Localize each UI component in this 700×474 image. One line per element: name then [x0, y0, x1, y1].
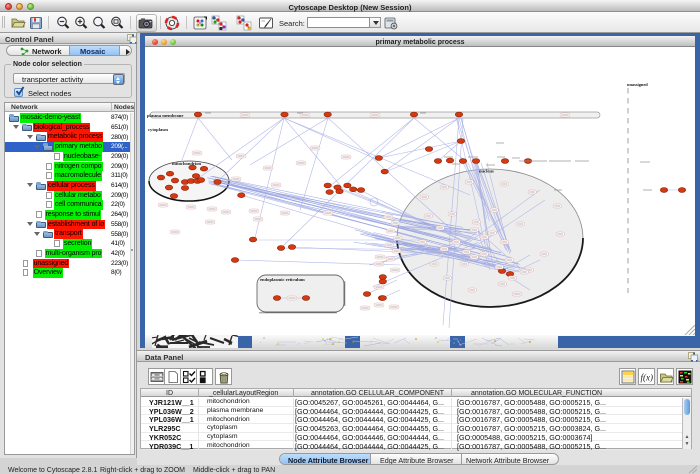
svg-text:cytoplasm: cytoplasm	[148, 127, 168, 132]
svg-text:f(x): f(x)	[640, 372, 653, 382]
svg-text:endoplasmic reticulum: endoplasmic reticulum	[260, 277, 305, 282]
svg-text:mitochondrion: mitochondrion	[172, 161, 202, 166]
svg-text:plasma membrane: plasma membrane	[147, 113, 183, 118]
svg-text:nucleus: nucleus	[479, 169, 494, 174]
svg-text:unassigned: unassigned	[627, 82, 648, 87]
